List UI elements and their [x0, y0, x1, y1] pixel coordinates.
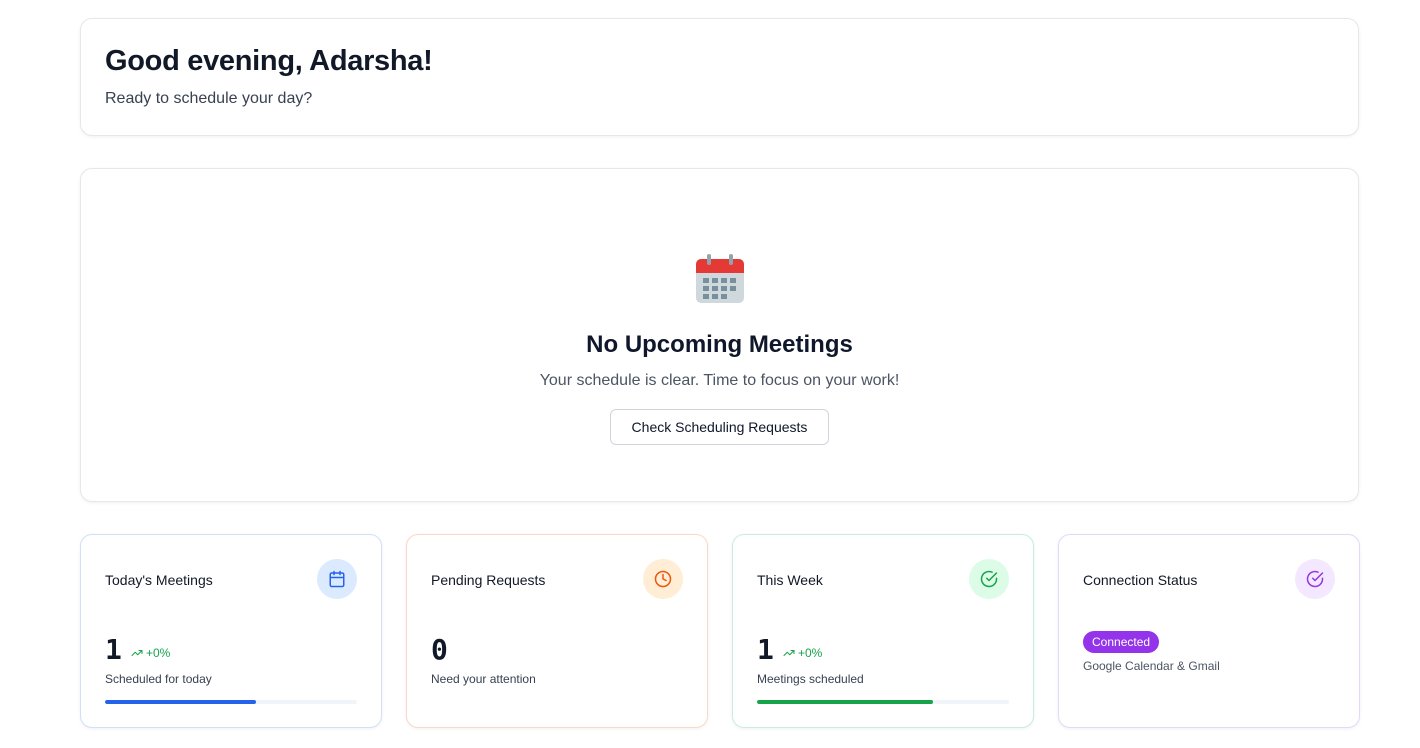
stat-card-pending-requests: Pending Requests 0 Need your attention	[406, 534, 708, 728]
trending-up-icon	[131, 650, 143, 656]
trend-value: +0%	[798, 646, 823, 660]
trend-indicator: +0%	[131, 646, 170, 660]
check-circle-icon	[969, 559, 1009, 599]
stat-title: Connection Status	[1083, 572, 1198, 588]
stat-title: Pending Requests	[431, 572, 546, 588]
greeting-card: Good evening, Adarsha! Ready to schedule…	[80, 18, 1359, 136]
greeting-title: Good evening, Adarsha!	[105, 45, 433, 77]
stat-card-connection-status: Connection Status Connected Google Calen…	[1058, 534, 1360, 728]
stat-title: This Week	[757, 572, 823, 588]
trending-up-icon	[783, 650, 795, 656]
calendar-icon	[317, 559, 357, 599]
empty-state-card: No Upcoming Meetings Your schedule is cl…	[80, 168, 1359, 502]
trend-value: +0%	[146, 646, 171, 660]
stat-card-this-week: This Week 1 +0% Meetings scheduled	[732, 534, 1034, 728]
stat-value: 1	[105, 633, 122, 666]
progress-fill	[105, 700, 257, 704]
stat-value: 0	[431, 633, 448, 666]
trend-indicator: +0%	[783, 646, 822, 660]
stat-card-todays-meetings: Today's Meetings 1 +0% Scheduled for tod…	[80, 534, 382, 728]
check-scheduling-requests-button[interactable]: Check Scheduling Requests	[610, 409, 829, 445]
calendar-icon	[696, 254, 744, 303]
status-badge: Connected	[1083, 631, 1160, 653]
dashboard: Good evening, Adarsha! Ready to schedule…	[0, 0, 1420, 748]
check-circle-icon	[1295, 559, 1335, 599]
progress-bar	[105, 700, 357, 704]
stat-value: 1	[757, 633, 774, 666]
empty-state-message: Your schedule is clear. Time to focus on…	[539, 372, 900, 389]
stat-description: Scheduled for today	[105, 672, 212, 686]
connection-description: Google Calendar & Gmail	[1083, 659, 1220, 673]
empty-state-title: No Upcoming Meetings	[586, 331, 853, 358]
clock-icon	[643, 559, 683, 599]
progress-fill	[757, 700, 934, 704]
stat-title: Today's Meetings	[105, 572, 213, 588]
stat-description: Meetings scheduled	[757, 672, 864, 686]
stat-description: Need your attention	[431, 672, 536, 686]
greeting-subtitle: Ready to schedule your day?	[105, 90, 313, 107]
progress-bar	[757, 700, 1009, 704]
